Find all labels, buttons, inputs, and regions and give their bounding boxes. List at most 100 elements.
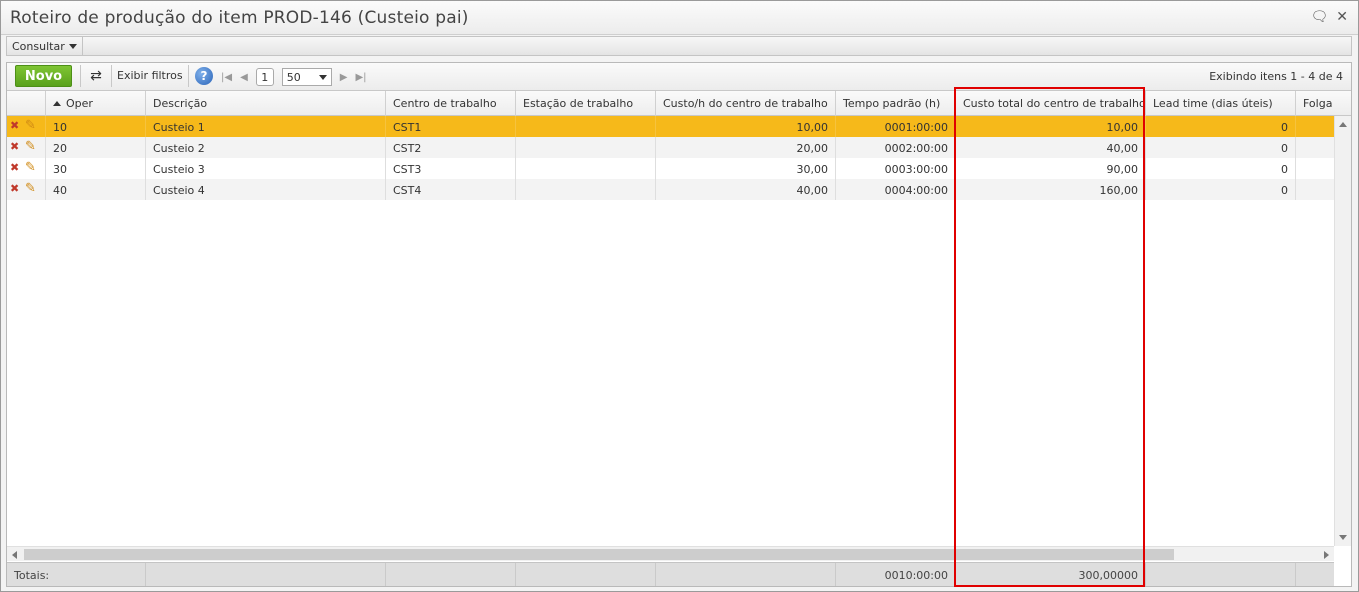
header-lead-time[interactable]: Lead time (dias úteis) <box>1146 91 1296 116</box>
row-actions: ✖ ✎ <box>7 116 46 137</box>
totals-row: Totais: 0010:00:00 300,00000 <box>7 562 1334 586</box>
grid-header: Oper Descrição Centro de trabalho Estaçã… <box>7 91 1351 116</box>
totals-label: Totais: <box>7 563 146 586</box>
consultar-menu[interactable]: Consultar <box>7 37 83 55</box>
cell-descricao: Custeio 3 <box>146 158 386 179</box>
cell-custo-total: 90,00 <box>956 158 1146 179</box>
edit-pencil-icon[interactable]: ✎ <box>25 139 36 154</box>
cell-estacao <box>516 137 656 158</box>
edit-pencil-icon[interactable]: ✎ <box>25 160 36 175</box>
help-icon[interactable]: ? <box>195 67 213 85</box>
menu-bar: Consultar <box>6 36 1352 56</box>
novo-button[interactable]: Novo <box>15 65 72 87</box>
header-estacao-trabalho[interactable]: Estação de trabalho <box>516 91 656 116</box>
cell-folga <box>1296 179 1334 200</box>
page-size-select[interactable]: 50 <box>281 68 332 86</box>
comment-icon[interactable]: 🗨 <box>1310 9 1328 25</box>
totals-cell <box>146 563 386 586</box>
cell-folga <box>1296 158 1334 179</box>
cell-estacao <box>516 158 656 179</box>
cell-centro: CST2 <box>386 137 516 158</box>
first-page-icon[interactable]: |◀ <box>221 72 232 83</box>
chevron-down-icon <box>68 43 77 49</box>
cell-lead-time: 0 <box>1146 116 1296 137</box>
cell-descricao: Custeio 1 <box>146 116 386 137</box>
consultar-label: Consultar <box>12 39 65 53</box>
horizontal-scrollbar[interactable] <box>7 546 1334 561</box>
cell-tempo: 0003:00:00 <box>836 158 956 179</box>
header-descricao[interactable]: Descrição <box>146 91 386 116</box>
totals-cell <box>386 563 516 586</box>
scroll-down-icon[interactable] <box>1339 535 1347 540</box>
cell-estacao <box>516 179 656 200</box>
header-centro-trabalho[interactable]: Centro de trabalho <box>386 91 516 116</box>
next-page-icon[interactable]: ▶ <box>340 72 348 83</box>
header-folga[interactable]: Folga <box>1296 91 1351 116</box>
delete-icon[interactable]: ✖ <box>10 182 19 195</box>
row-actions: ✖ ✎ <box>7 158 46 179</box>
toolbar-divider <box>111 65 112 87</box>
cell-tempo: 0004:00:00 <box>836 179 956 200</box>
pager: |◀ ◀ 1 50 ▶ ▶| <box>221 68 367 86</box>
cell-estacao <box>516 116 656 137</box>
delete-icon[interactable]: ✖ <box>10 140 19 153</box>
cell-custo-h: 10,00 <box>656 116 836 137</box>
close-icon[interactable]: ✕ <box>1336 9 1348 25</box>
grid-toolbar: Novo ⇄ Exibir filtros ? |◀ ◀ 1 50 ▶ ▶| E… <box>7 63 1351 91</box>
prev-page-icon[interactable]: ◀ <box>240 72 248 83</box>
cell-folga <box>1296 137 1334 158</box>
delete-icon[interactable]: ✖ <box>10 161 19 174</box>
table-row[interactable]: ✖ ✎ 10 Custeio 1 CST1 10,00 0001:00:00 10… <box>7 116 1334 137</box>
table-row[interactable]: ✖ ✎ 40 Custeio 4 CST4 40,00 0004:00:00 16… <box>7 179 1334 200</box>
cell-custo-total: 10,00 <box>956 116 1146 137</box>
scroll-up-icon[interactable] <box>1339 122 1347 127</box>
cell-folga <box>1296 116 1334 137</box>
vertical-scrollbar[interactable] <box>1334 116 1351 546</box>
table-row[interactable]: ✖ ✎ 30 Custeio 3 CST3 30,00 0003:00:00 90… <box>7 158 1334 179</box>
page-size-value: 50 <box>286 70 301 84</box>
cell-custo-total: 160,00 <box>956 179 1146 200</box>
chevron-down-icon <box>318 74 327 80</box>
cell-descricao: Custeio 4 <box>146 179 386 200</box>
title-bar: Roteiro de produção do item PROD-146 (Cu… <box>1 1 1358 35</box>
edit-pencil-icon[interactable]: ✎ <box>25 181 36 196</box>
cell-lead-time: 0 <box>1146 137 1296 158</box>
grid: Novo ⇄ Exibir filtros ? |◀ ◀ 1 50 ▶ ▶| E… <box>6 62 1352 587</box>
window-title: Roteiro de produção do item PROD-146 (Cu… <box>10 8 469 28</box>
header-custo-total[interactable]: Custo total do centro de trabalho <box>956 91 1146 116</box>
header-oper[interactable]: Oper <box>46 91 146 116</box>
header-actions <box>7 91 46 116</box>
edit-pencil-icon[interactable]: ✎ <box>25 118 36 133</box>
cell-tempo: 0001:00:00 <box>836 116 956 137</box>
totals-tempo: 0010:00:00 <box>836 563 956 586</box>
cell-tempo: 0002:00:00 <box>836 137 956 158</box>
scroll-left-icon[interactable] <box>12 551 17 559</box>
cell-lead-time: 0 <box>1146 179 1296 200</box>
totals-cell <box>1296 563 1334 586</box>
cell-centro: CST1 <box>386 116 516 137</box>
delete-icon[interactable]: ✖ <box>10 119 19 132</box>
cell-custo-h: 20,00 <box>656 137 836 158</box>
sort-asc-icon <box>53 101 61 106</box>
cell-descricao: Custeio 2 <box>146 137 386 158</box>
totals-cell <box>516 563 656 586</box>
last-page-icon[interactable]: ▶| <box>355 72 366 83</box>
totals-custo-total: 300,00000 <box>956 563 1146 586</box>
cell-oper: 10 <box>46 116 146 137</box>
page-number-input[interactable]: 1 <box>255 68 274 86</box>
table-row[interactable]: ✖ ✎ 20 Custeio 2 CST2 20,00 0002:00:00 40… <box>7 137 1334 158</box>
cell-custo-total: 40,00 <box>956 137 1146 158</box>
cell-centro: CST3 <box>386 158 516 179</box>
header-tempo-padrao[interactable]: Tempo padrão (h) <box>836 91 956 116</box>
cell-oper: 20 <box>46 137 146 158</box>
scroll-thumb[interactable] <box>24 549 1174 560</box>
cell-centro: CST4 <box>386 179 516 200</box>
row-actions: ✖ ✎ <box>7 179 46 200</box>
totals-cell <box>656 563 836 586</box>
exibir-filtros-button[interactable]: Exibir filtros <box>117 69 183 82</box>
toolbar-divider <box>188 65 189 87</box>
refresh-icon[interactable]: ⇄ <box>87 67 105 85</box>
scroll-right-icon[interactable] <box>1324 551 1329 559</box>
header-custo-h[interactable]: Custo/h do centro de trabalho <box>656 91 836 116</box>
dialog-window: Roteiro de produção do item PROD-146 (Cu… <box>0 0 1359 592</box>
